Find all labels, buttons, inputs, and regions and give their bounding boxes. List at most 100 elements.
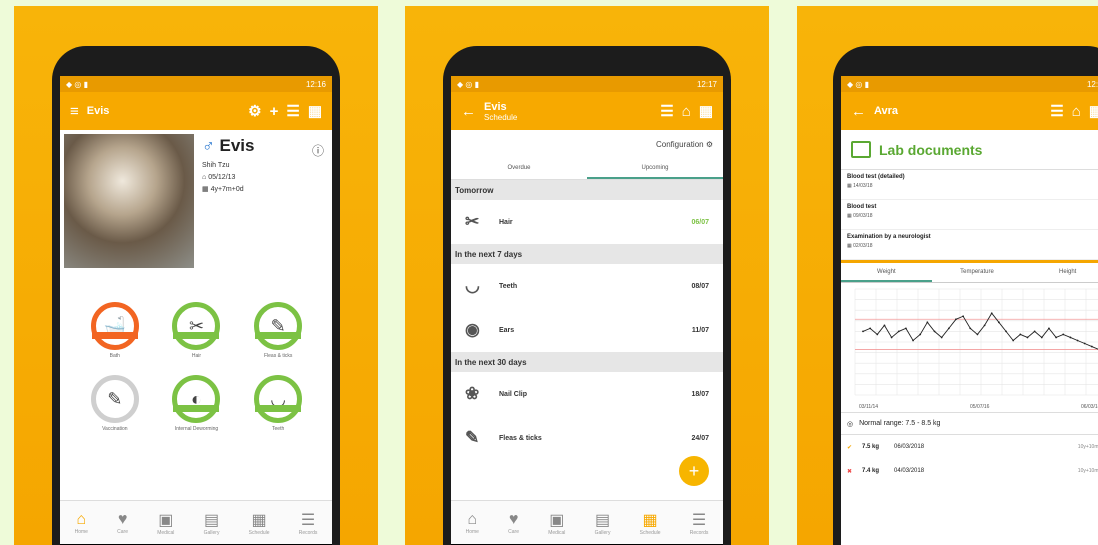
weight-chart-svg: 03/11/14 05/07/16 06/03/18 (854, 288, 1098, 410)
care-item-label: Vaccination (102, 426, 128, 432)
weight-point (1033, 330, 1036, 333)
nav-item-gallery[interactable]: ▤ Gallery (595, 510, 611, 536)
nav-item-schedule[interactable]: ▦ Schedule (640, 510, 661, 536)
care-item[interactable]: ✎ Fleas & ticks (237, 302, 319, 359)
status-bar: ◆ ◎ ▮ 12:16 (60, 76, 332, 92)
measurement-list: ✔ 7.5 kg 06/03/2018 10y+10m+0d ✖ 7.4 kg 04/03/… (841, 435, 1098, 483)
x-tick-label: 03/11/14 (859, 404, 878, 410)
care-item-label: Fleas & ticks (263, 353, 293, 359)
measurement-row[interactable]: ✔ 7.5 kg 06/03/2018 10y+10m+0d (841, 435, 1098, 459)
status-bar: ◆ ◎ ▮ 12:14 (841, 76, 1098, 92)
ear-icon: ◉ (465, 320, 480, 339)
pet-info: Shih Tzu ⌂ 05/12/13 ▦ 4y+7m+0d (202, 160, 244, 196)
tab-temperature[interactable]: Temperature (932, 263, 1023, 282)
doc-name: Blood test (detailed) (847, 174, 905, 180)
medical-bag-icon: ▣ (158, 511, 174, 529)
status-icons: ◆ ◎ ▮ (66, 79, 88, 89)
add-icon[interactable]: + (270, 103, 279, 120)
nav-item-gallery[interactable]: ▤ Gallery (204, 510, 220, 536)
medical-bag-icon: ▣ (549, 511, 565, 529)
care-item-label: Internal Deworming (174, 426, 219, 432)
normal-range-label: Normal range: 7.5 - 8.5 kg (859, 420, 941, 427)
back-arrow-icon[interactable]: ← (851, 103, 866, 120)
care-item[interactable]: ✎ Vaccination (74, 375, 156, 432)
house-icon[interactable]: ⌂ (682, 103, 691, 120)
care-badge (173, 332, 220, 339)
tooth-icon: ◡ (254, 375, 303, 423)
tab-height[interactable]: Height (1022, 263, 1098, 282)
schedule-name: Ears (499, 326, 515, 334)
phone-frame: ◆ ◎ ▮ 12:14 ← Avra ☰ ⌂ ▦ Lab documents Bl… (833, 46, 1098, 545)
gear-icon[interactable]: ⚙ (248, 102, 261, 120)
measurement-date: 06/03/2018 (894, 444, 925, 450)
nav-item-records[interactable]: ☰ Records (299, 510, 318, 536)
lab-doc-list: Blood test (detailed)▦ 14/03/18✎Blood te… (841, 170, 1098, 260)
care-badge (91, 332, 138, 339)
weight-point (912, 339, 914, 342)
weight-point (1012, 339, 1015, 342)
x-tick-label: 05/07/16 (970, 404, 990, 410)
care-item[interactable]: ✂ Hair (156, 302, 238, 359)
schedule-row[interactable]: ✂ Hair 06/07 (451, 200, 723, 244)
configuration-button[interactable]: Configuration ⚙ (451, 130, 723, 158)
weight-point (1040, 336, 1043, 339)
nav-item-medical[interactable]: ▣ Medical (157, 510, 174, 536)
nav-label: Schedule (248, 529, 270, 536)
grid-icon[interactable]: ▦ (699, 102, 713, 120)
grid-icon[interactable]: ▦ (1089, 102, 1098, 120)
status-icons: ◆ ◎ ▮ (847, 79, 869, 89)
menu-icon[interactable]: ≡ (70, 103, 79, 120)
weight-point (1005, 330, 1007, 333)
lab-doc-row[interactable]: Blood test▦ 09/03/18✎ (841, 200, 1098, 230)
lab-doc-row[interactable]: Blood test (detailed)▦ 14/03/18✎ (841, 170, 1098, 200)
screenshot-panel-schedule: ◆ ◎ ▮ 12:17 ← Evis Schedule ☰ ⌂ ▦ Configur… (405, 6, 769, 545)
care-item[interactable]: ◡ Teeth (237, 375, 319, 432)
care-badge (255, 332, 302, 339)
nav-item-care[interactable]: ♥ Care (508, 511, 519, 535)
list-icon[interactable]: ☰ (286, 102, 299, 120)
care-item[interactable]: 🛁 Bath (74, 302, 156, 359)
nav-item-home[interactable]: ⌂ Home (466, 511, 479, 535)
weight-point (962, 315, 965, 318)
tab-weight[interactable]: Weight (841, 263, 932, 282)
lab-screen: ◆ ◎ ▮ 12:14 ← Avra ☰ ⌂ ▦ Lab documents Bl… (841, 76, 1098, 545)
lab-doc-row[interactable]: Examination by a neurologist▦ 02/03/18✎ (841, 230, 1098, 260)
schedule-name: Nail Clip (499, 390, 528, 398)
weight-point (876, 333, 879, 336)
back-arrow-icon[interactable]: ← (461, 103, 476, 120)
app-bar: ≡ Evis ⚙ + ☰ ▦ (60, 92, 332, 130)
bath-icon: 🛁 (90, 302, 139, 350)
nav-item-medical[interactable]: ▣ Medical (548, 510, 565, 536)
pet-birth-row: ⌂ 05/12/13 (202, 172, 244, 184)
nav-label: Records (689, 529, 709, 536)
schedule-row[interactable]: ❀ Nail Clip 18/07 (451, 372, 723, 416)
measurement-row[interactable]: ✖ 7.4 kg 04/03/2018 10y+10m+0d (841, 459, 1098, 483)
list-icon[interactable]: ☰ (660, 102, 673, 120)
care-item[interactable]: ◐ Internal Deworming (156, 375, 238, 432)
nav-item-care[interactable]: ♥ Care (117, 511, 128, 535)
nav-item-schedule[interactable]: ▦ Schedule (249, 510, 270, 536)
house-icon[interactable]: ⌂ (1072, 103, 1081, 120)
schedule-row[interactable]: ◡ Teeth 08/07 (451, 264, 723, 308)
nav-item-home[interactable]: ⌂ Home (75, 511, 88, 535)
add-fab-button[interactable]: + (679, 456, 709, 486)
schedule-row[interactable]: ✎ Fleas & ticks 24/07 (451, 416, 723, 460)
bottom-nav: ⌂ Home ♥ Care ▣ Medical ▤ Gallery ▦ Schedule ☰ Reco… (60, 500, 332, 544)
app-subtitle: Schedule (484, 112, 518, 122)
schedule-row[interactable]: ◉ Ears 11/07 (451, 308, 723, 352)
weight-point (983, 324, 986, 327)
status-bar: ◆ ◎ ▮ 12:17 (451, 76, 723, 92)
weight-point (947, 327, 950, 330)
gallery-icon: ▤ (594, 511, 611, 529)
info-icon[interactable]: ⓘ (312, 142, 324, 159)
grid-icon[interactable]: ▦ (308, 102, 322, 120)
tab-upcoming[interactable]: Upcoming (587, 158, 723, 179)
pet-photo[interactable] (64, 134, 194, 268)
weight-point (883, 324, 886, 327)
nav-label: Care (117, 528, 128, 535)
target-icon: ◎ (847, 420, 854, 428)
list-icon[interactable]: ☰ (1050, 102, 1063, 120)
nav-item-records[interactable]: ☰ Records (690, 510, 709, 536)
weight-point (1076, 339, 1079, 342)
tab-overdue[interactable]: Overdue (451, 158, 587, 179)
